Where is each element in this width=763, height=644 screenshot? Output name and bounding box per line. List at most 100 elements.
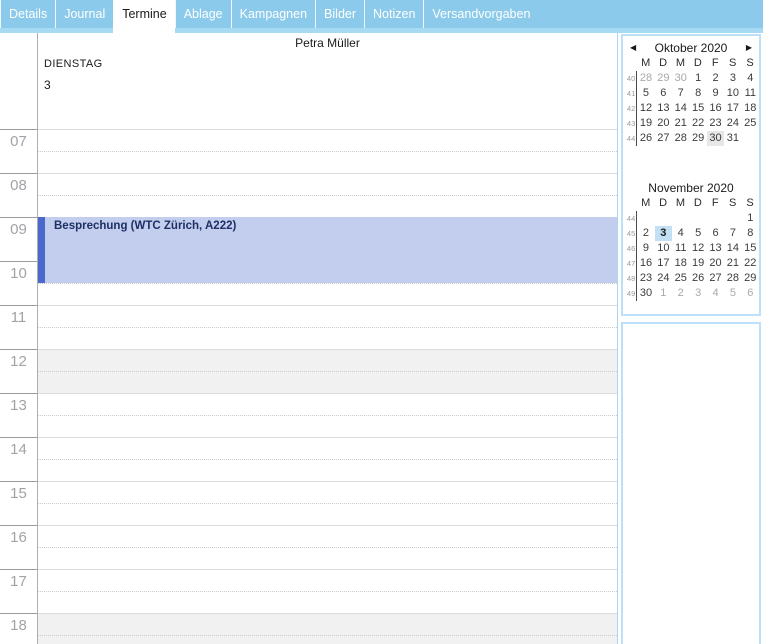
minical-day[interactable]: 7 — [672, 86, 689, 101]
minical-day[interactable]: 11 — [742, 86, 759, 101]
minical-day[interactable]: 1 — [689, 71, 706, 86]
minical-day[interactable]: 26 — [637, 131, 654, 146]
time-slot-07[interactable] — [38, 129, 617, 173]
time-slot-17[interactable] — [38, 569, 617, 613]
minical-day[interactable]: 19 — [637, 116, 654, 131]
minical-day[interactable]: 28 — [637, 71, 654, 86]
week-number: 49 — [626, 289, 636, 298]
minical-day[interactable]: 29 — [689, 131, 706, 146]
minical-day[interactable]: 22 — [689, 116, 706, 131]
tab-versandvorgaben[interactable]: Versandvorgaben — [423, 0, 538, 28]
minical-day[interactable]: 2 — [637, 226, 654, 241]
minical-day[interactable]: 6 — [655, 86, 672, 101]
minical-day[interactable]: 20 — [707, 256, 724, 271]
time-slot-14[interactable] — [38, 437, 617, 481]
mini-calendar-panel: ◀ Oktober 2020 ▶ M D M D F S S 40 28 29 30 1 2 3 4 41 5 6 7 8 9… — [621, 34, 761, 316]
minical-day[interactable]: 4 — [742, 71, 759, 86]
minical-day[interactable]: 15 — [689, 101, 706, 116]
minical-day[interactable]: 18 — [672, 256, 689, 271]
minical-day[interactable]: 1 — [742, 211, 759, 226]
minical-day[interactable]: 6 — [707, 226, 724, 241]
minical-day[interactable]: 21 — [672, 116, 689, 131]
half-hour-line — [38, 151, 617, 152]
minical-day[interactable]: 8 — [742, 226, 759, 241]
minical-day[interactable]: 30 — [706, 131, 725, 146]
appointment-block[interactable]: Besprechung (WTC Zürich, A222) — [38, 217, 617, 283]
minical-day[interactable]: 30 — [637, 286, 654, 301]
tab-notizen[interactable]: Notizen — [364, 0, 423, 28]
minical-day[interactable]: 8 — [689, 86, 706, 101]
tab-termine[interactable]: Termine — [113, 0, 175, 33]
minical-day[interactable]: 22 — [742, 256, 759, 271]
minical-day[interactable]: 13 — [707, 241, 724, 256]
minical-day[interactable]: 31 — [724, 131, 741, 146]
minical-day[interactable]: 26 — [689, 271, 706, 286]
minical-day[interactable]: 5 — [689, 226, 706, 241]
next-month-arrow-icon[interactable]: ▶ — [746, 40, 752, 56]
tab-journal[interactable]: Journal — [55, 0, 113, 28]
minical-day[interactable]: 16 — [707, 101, 724, 116]
minical-day[interactable]: 28 — [672, 131, 689, 146]
hour-label-13: 13 — [0, 393, 37, 437]
minical-day[interactable]: 18 — [742, 101, 759, 116]
minical-day[interactable]: 3 — [654, 226, 673, 241]
minical-day[interactable]: 2 — [672, 286, 689, 301]
minical-day[interactable]: 20 — [655, 116, 672, 131]
minical-day[interactable]: 25 — [742, 116, 759, 131]
minical-day[interactable]: 24 — [724, 116, 741, 131]
minical-day[interactable]: 1 — [655, 286, 672, 301]
minical-day[interactable]: 14 — [672, 101, 689, 116]
minical-day[interactable]: 17 — [655, 256, 672, 271]
minical-day[interactable]: 29 — [655, 71, 672, 86]
minical-day[interactable]: 30 — [672, 71, 689, 86]
minical-day[interactable]: 25 — [672, 271, 689, 286]
day-header: M — [641, 197, 651, 209]
time-slot-08[interactable] — [38, 173, 617, 217]
time-slot-11[interactable] — [38, 305, 617, 349]
time-slot-12[interactable] — [38, 349, 617, 393]
tab-ablage[interactable]: Ablage — [174, 0, 231, 28]
minical-day[interactable]: 24 — [655, 271, 672, 286]
minical-day[interactable]: 11 — [672, 241, 689, 256]
day-header: F — [711, 57, 719, 69]
minical-day[interactable]: 2 — [707, 71, 724, 86]
minical-day[interactable]: 5 — [637, 86, 654, 101]
minical-day[interactable]: 13 — [655, 101, 672, 116]
tab-kampagnen[interactable]: Kampagnen — [230, 0, 315, 28]
minical-day[interactable]: 12 — [637, 101, 654, 116]
minical-day[interactable]: 7 — [724, 226, 741, 241]
tab-details[interactable]: Details — [0, 0, 55, 28]
minical-day[interactable]: 19 — [689, 256, 706, 271]
minical-day[interactable]: 9 — [637, 241, 654, 256]
minical-day[interactable]: 27 — [707, 271, 724, 286]
minical-day[interactable]: 23 — [637, 271, 654, 286]
minical-day[interactable]: 6 — [742, 286, 759, 301]
time-slot-15[interactable] — [38, 481, 617, 525]
tab-bilder[interactable]: Bilder — [315, 0, 364, 28]
minical-day[interactable]: 23 — [707, 116, 724, 131]
time-slot-13[interactable] — [38, 393, 617, 437]
minical-day[interactable]: 10 — [724, 86, 741, 101]
minical-day — [655, 211, 672, 226]
minical-day[interactable]: 29 — [742, 271, 759, 286]
time-slot-18[interactable] — [38, 613, 617, 644]
minical-day[interactable]: 3 — [724, 71, 741, 86]
hour-row-14: 14 — [0, 437, 617, 481]
day-header: S — [728, 197, 737, 209]
minical-day[interactable]: 27 — [655, 131, 672, 146]
minical-day[interactable]: 21 — [724, 256, 741, 271]
minical-day[interactable]: 3 — [689, 286, 706, 301]
minical-day[interactable]: 17 — [724, 101, 741, 116]
minical-day[interactable]: 28 — [724, 271, 741, 286]
minical-day[interactable]: 15 — [742, 241, 759, 256]
minical-day[interactable]: 16 — [637, 256, 654, 271]
prev-month-arrow-icon[interactable]: ◀ — [630, 40, 636, 56]
minical-day[interactable]: 10 — [655, 241, 672, 256]
minical-day[interactable]: 9 — [707, 86, 724, 101]
time-slot-16[interactable] — [38, 525, 617, 569]
minical-day[interactable]: 4 — [672, 226, 689, 241]
minical-day[interactable]: 14 — [724, 241, 741, 256]
minical-day[interactable]: 4 — [707, 286, 724, 301]
minical-day[interactable]: 12 — [689, 241, 706, 256]
minical-day[interactable]: 5 — [724, 286, 741, 301]
